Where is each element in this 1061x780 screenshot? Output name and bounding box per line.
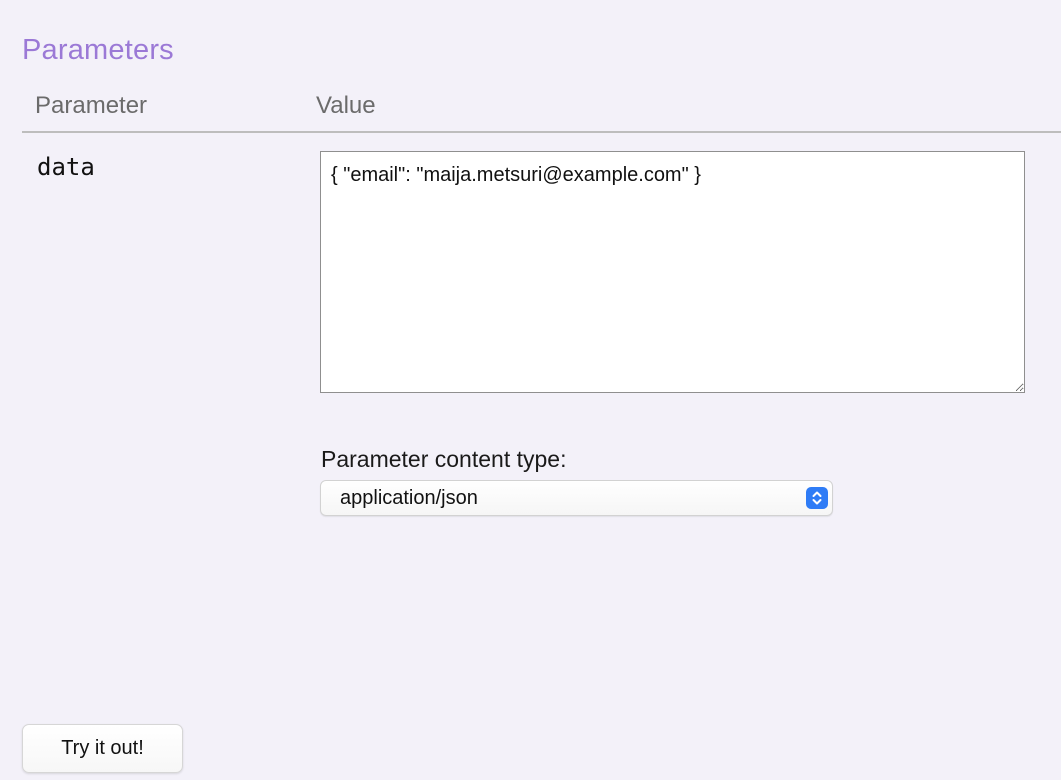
parameter-value-textarea[interactable]: { "email": "maija.metsuri@example.com" } (320, 151, 1025, 393)
content-type-selected-value: application/json (340, 487, 478, 509)
parameter-name: data (37, 153, 95, 181)
column-header-parameter: Parameter (35, 92, 148, 119)
parameters-panel: Parameters Parameter Value data { "email… (0, 0, 1061, 780)
content-type-label: Parameter content type: (321, 446, 567, 472)
content-type-select[interactable]: application/json (320, 480, 833, 516)
header-divider (22, 131, 1061, 133)
try-it-out-button[interactable]: Try it out! (22, 724, 183, 773)
section-title: Parameters (22, 34, 174, 66)
column-header-value: Value (316, 92, 376, 119)
up-down-chevron-icon (806, 487, 828, 509)
